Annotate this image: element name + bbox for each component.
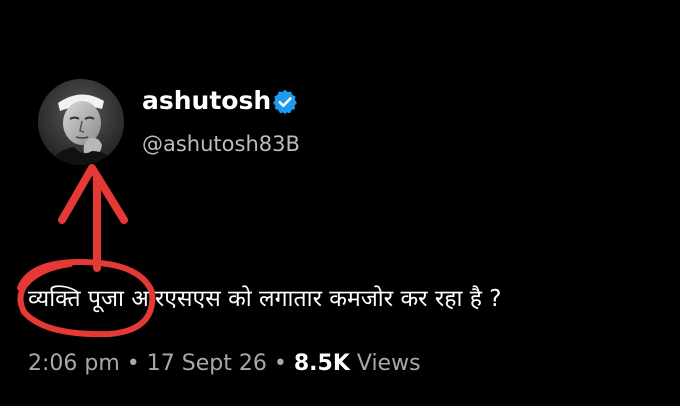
tweet-text-highlight: व्यक्ति पूजा [28,286,124,312]
red-annotation [17,164,156,338]
tweet-card: ashutosh @ashutosh83B व्यक्ति पूजा आरएसए… [0,0,680,406]
tweet-time[interactable]: 2:06 pm [28,351,120,376]
meta-separator: • [273,351,287,376]
meta-separator: • [126,351,140,376]
avatar[interactable] [38,79,124,165]
verified-badge-icon [271,88,299,116]
tweet-text-rest: आरएसएस को लगातार कमजोर कर रहा है ? [124,286,502,312]
tweet-text: व्यक्ति पूजा आरएसएस को लगातार कमजोर कर र… [28,281,501,313]
views-label: Views [356,351,421,376]
tweet-date[interactable]: 17 Sept 26 [147,351,267,376]
arrow-head [58,164,128,224]
display-name[interactable]: ashutosh [142,86,271,115]
tweet-meta: 2:06 pm • 17 Sept 26 • 8.5K Views [28,351,421,376]
views-count[interactable]: 8.5K [294,351,350,376]
portrait-photo [38,79,124,165]
user-handle[interactable]: @ashutosh83B [142,132,300,156]
